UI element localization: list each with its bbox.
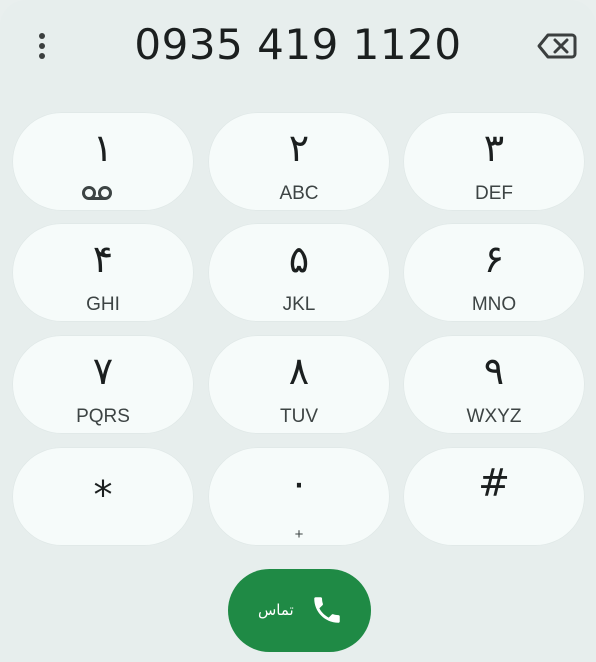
- key-digit: ۴: [92, 237, 114, 281]
- key-digit: ۲: [288, 126, 310, 170]
- call-label: تماس: [258, 601, 294, 619]
- key-hash[interactable]: #: [403, 447, 585, 546]
- key-letters: TUV: [280, 406, 318, 427]
- key-5[interactable]: ۵ JKL: [208, 223, 390, 322]
- dialer-panel: 0935 419 1120 ۱ ۲ ABC ۳ DEF ۴ GHI ۵ JKL: [0, 0, 596, 662]
- key-letters: JKL: [282, 294, 316, 315]
- key-letters: +: [294, 526, 304, 543]
- key-digit: ۱: [92, 126, 114, 170]
- key-2[interactable]: ۲ ABC: [208, 112, 390, 211]
- key-6[interactable]: ۶ MNO: [403, 223, 585, 322]
- key-letters: GHI: [86, 294, 120, 315]
- key-letters: DEF: [475, 183, 513, 204]
- key-digit: #: [478, 461, 510, 505]
- key-digit: ۸: [288, 349, 310, 393]
- key-letters: WXYZ: [466, 406, 522, 427]
- key-8[interactable]: ۸ TUV: [208, 335, 390, 434]
- call-button[interactable]: تماس: [228, 569, 371, 652]
- key-9[interactable]: ۹ WXYZ: [403, 335, 585, 434]
- key-letters: MNO: [471, 294, 517, 315]
- key-3[interactable]: ۳ DEF: [403, 112, 585, 211]
- key-7[interactable]: ۷ PQRS: [12, 335, 194, 434]
- key-letters: PQRS: [76, 406, 130, 427]
- key-digit: ۵: [288, 237, 310, 281]
- key-digit: *: [93, 473, 113, 517]
- phone-icon: [314, 597, 340, 623]
- key-letters: ABC: [279, 183, 319, 204]
- key-4[interactable]: ۴ GHI: [12, 223, 194, 322]
- key-digit: ۹: [483, 349, 505, 393]
- key-digit: ۶: [483, 237, 505, 281]
- key-digit: ۷: [92, 349, 114, 393]
- key-digit: ۳: [483, 126, 505, 170]
- key-0[interactable]: ۰ +: [208, 447, 390, 546]
- voicemail-icon: [82, 186, 112, 200]
- key-star[interactable]: *: [12, 447, 194, 546]
- dialpad: ۱ ۲ ABC ۳ DEF ۴ GHI ۵ JKL ۶ MNO ۷ PQRS ۸: [0, 0, 596, 560]
- key-digit: ۰: [288, 461, 310, 505]
